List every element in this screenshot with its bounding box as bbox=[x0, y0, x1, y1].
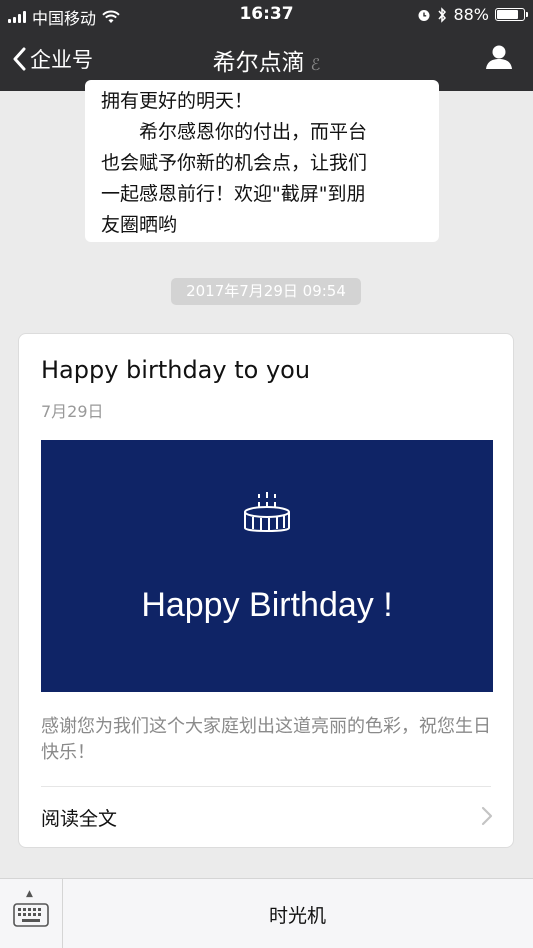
message-bubble: 拥有更好的明天！ 希尔感恩你的付出，而平台 也会赋予你新的机会点，让我们 一起感… bbox=[85, 80, 439, 242]
top-bar: 中国移动 16:37 88% 企业号 希尔点滴 ℰ bbox=[0, 0, 533, 91]
page-title-text: 希尔点滴 bbox=[212, 50, 305, 76]
alarm-icon bbox=[418, 9, 430, 21]
page-title: 希尔点滴 ℰ bbox=[0, 43, 533, 77]
keyboard-icon bbox=[13, 903, 49, 927]
read-more-link[interactable]: 阅读全文 bbox=[41, 804, 117, 831]
status-bar: 中国移动 16:37 88% bbox=[0, 0, 533, 30]
battery-icon bbox=[495, 8, 528, 21]
message-line: 也会赋予你新的机会点，让我们 bbox=[101, 152, 368, 174]
battery-percent: 88% bbox=[453, 5, 489, 24]
message-timestamp: 2017年7月29日 09:54 bbox=[171, 278, 361, 305]
article-date: 7月29日 bbox=[41, 402, 104, 421]
message-line: 一起感恩前行！欢迎"截屏"到朋 bbox=[101, 183, 366, 205]
article-card[interactable]: Happy birthday to you 7月29日 Happy Birthd… bbox=[18, 333, 514, 848]
bluetooth-icon bbox=[438, 6, 447, 23]
user-icon bbox=[486, 45, 512, 69]
message-line: 希尔感恩你的付出，而平台 bbox=[139, 121, 368, 143]
article-description: 感谢您为我们这个大家庭划出这道亮丽的色彩，祝您生日快乐！ bbox=[41, 716, 491, 763]
ear-icon: ℰ bbox=[310, 55, 321, 74]
message-line: 友圈晒哟 bbox=[101, 214, 178, 236]
cover-headline: Happy Birthday ! bbox=[141, 586, 393, 624]
cake-icon bbox=[244, 492, 290, 532]
chevron-right-icon bbox=[481, 806, 493, 826]
article-cover[interactable]: Happy Birthday ! bbox=[41, 440, 493, 692]
keyboard-toggle-button[interactable]: ▲ bbox=[0, 879, 63, 948]
caret-up-icon: ▲ bbox=[26, 889, 33, 899]
menu-item-time-machine[interactable]: 时光机 bbox=[62, 901, 533, 928]
message-line: 拥有更好的明天！ bbox=[101, 90, 254, 112]
article-title: Happy birthday to you bbox=[41, 356, 311, 384]
profile-button[interactable] bbox=[485, 44, 513, 74]
divider bbox=[41, 786, 491, 787]
bottom-menu-bar: ▲ 时光机 bbox=[0, 878, 533, 948]
